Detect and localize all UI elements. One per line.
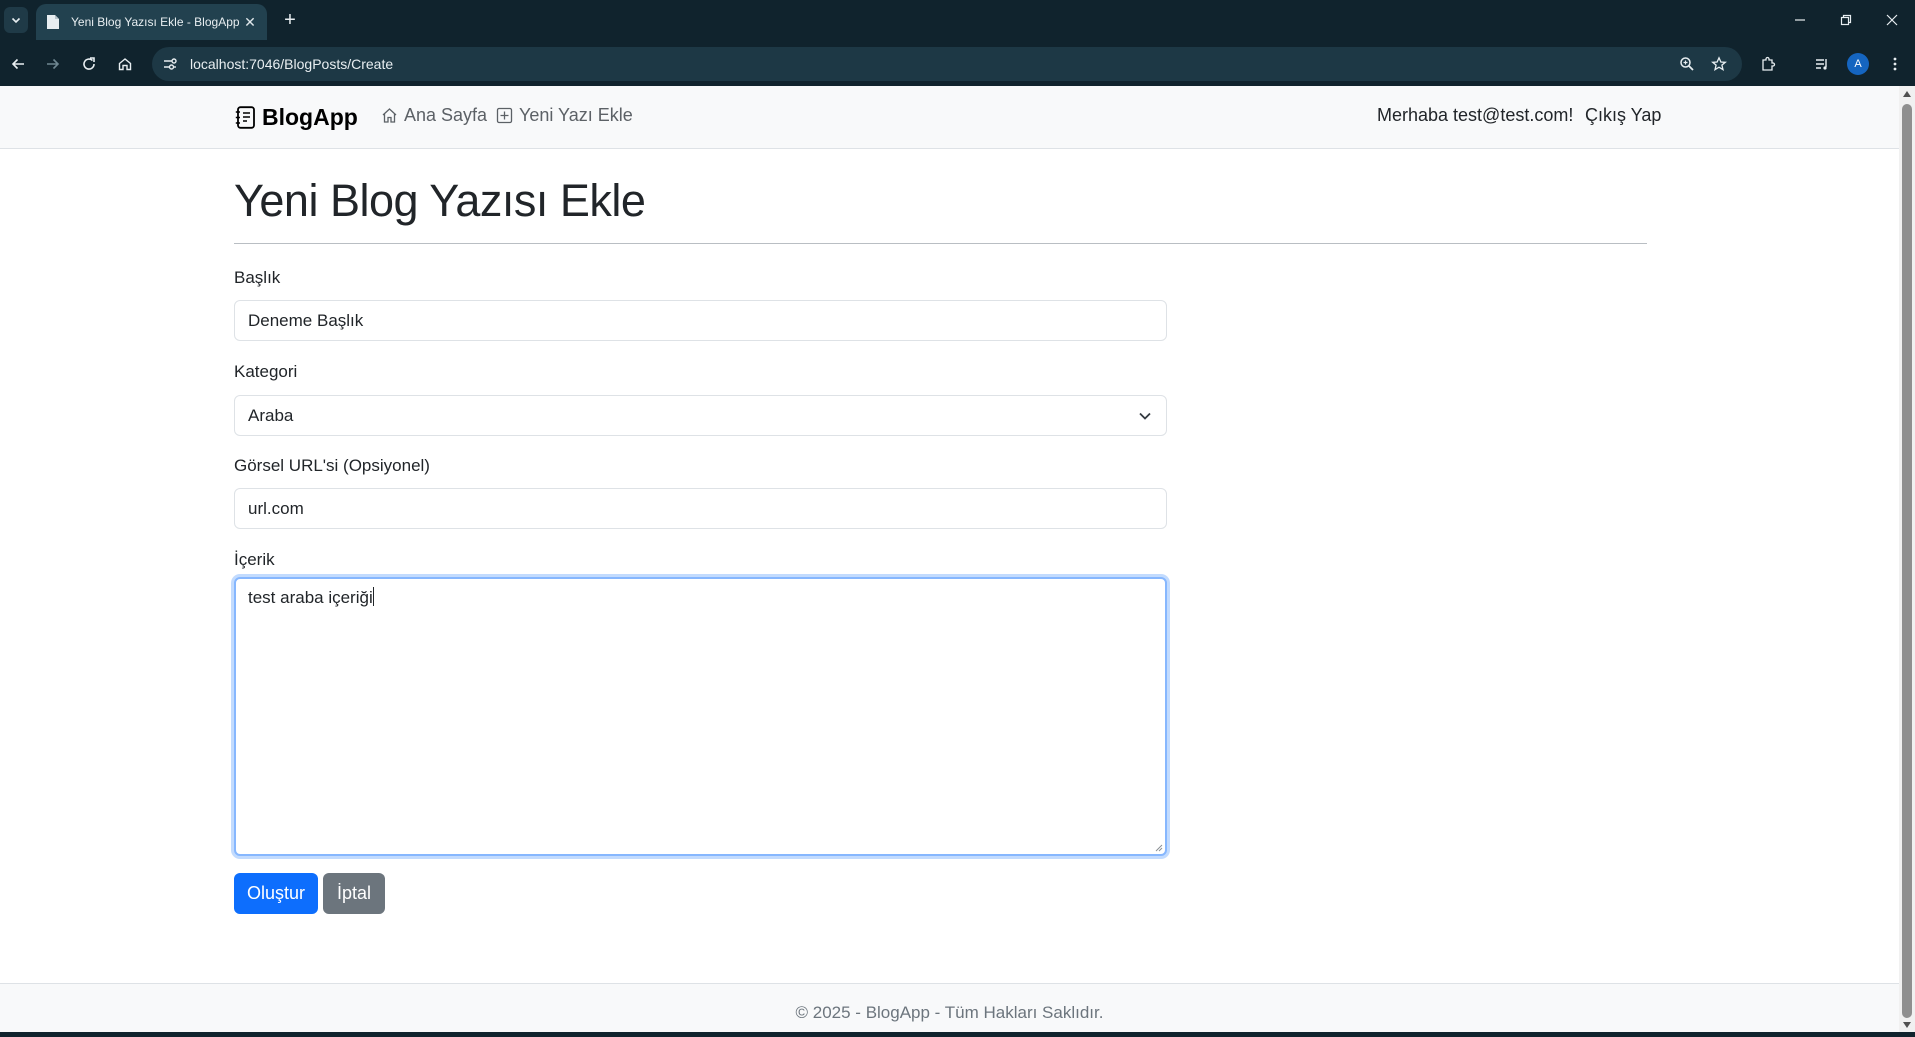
category-select[interactable]: Araba [234,395,1167,436]
arrow-left-icon [11,58,24,70]
house-icon [382,108,397,123]
home-button[interactable] [111,50,139,78]
chevron-down-icon [11,17,21,24]
nav-link-label: Yeni Yazı Ekle [519,105,633,125]
title-divider [234,243,1647,244]
browser-tab-active[interactable]: Yeni Blog Yazısı Ekle - BlogApp ✕ [36,4,267,40]
new-tab-button[interactable]: + [278,8,302,32]
site-footer: © 2025 - BlogApp - Tüm Hakları Saklıdır. [0,983,1899,1032]
minimize-icon [1795,19,1805,21]
document-icon [45,13,61,31]
category-label: Kategori [234,362,298,381]
user-greeting: Merhaba test@test.com! [1377,105,1574,125]
arrow-right-icon [47,58,60,70]
cancel-button[interactable]: İptal [323,873,385,914]
address-bar[interactable]: localhost:7046/BlogPosts/Create [152,47,1742,81]
media-control-button[interactable] [1808,50,1836,78]
journal-text-icon [235,106,255,129]
content-textarea[interactable]: test araba içeriği [234,577,1167,856]
reload-icon [83,57,95,70]
window-close-button[interactable] [1869,0,1915,40]
home-icon [118,58,132,71]
nav-link-new-post[interactable]: Yeni Yazı Ekle [496,105,633,126]
close-icon [1886,14,1898,26]
image-url-input-value: url.com [248,499,304,518]
restore-button[interactable] [1823,0,1869,40]
window-bottom-edge [0,1032,1915,1037]
tab-title: Yeni Blog Yazısı Ekle - BlogApp [71,15,240,29]
image-url-input[interactable]: url.com [234,488,1167,529]
kebab-menu-icon [1893,57,1897,71]
create-button[interactable]: Oluştur [234,873,318,914]
content-textarea-value: test araba içeriği [248,588,373,607]
title-input-value: Deneme Başlık [248,311,364,330]
page-title: Yeni Blog Yazısı Ekle [234,175,646,226]
playlist-icon [1816,59,1827,70]
page-viewport: BlogApp Ana Sayfa Yeni Yazı Ekle Merhaba… [0,86,1899,1032]
scroll-up-arrow[interactable] [1903,91,1911,97]
browser-chrome: Yeni Blog Yazısı Ekle - BlogApp ✕ + loca… [0,0,1915,86]
footer-copyright: © 2025 - BlogApp - Tüm Hakları Saklıdır. [795,1003,1104,1022]
browser-menu-button[interactable] [1881,50,1909,78]
extensions-button[interactable] [1754,50,1782,78]
browser-toolbar: localhost:7046/BlogPosts/Create A [0,42,1915,86]
tab-search-button[interactable] [4,7,28,33]
reload-button[interactable] [75,50,103,78]
restore-icon [1840,14,1852,26]
tab-strip: Yeni Blog Yazısı Ekle - BlogApp ✕ + [0,0,1915,40]
scroll-thumb[interactable] [1902,104,1912,1018]
vertical-scrollbar[interactable] [1899,86,1915,1032]
chevron-down-icon [1139,412,1151,420]
zoom-icon[interactable] [1675,52,1699,76]
nav-link-label: Ana Sayfa [404,105,488,125]
category-select-value: Araba [248,406,294,425]
forward-button[interactable] [39,50,67,78]
logout-link[interactable]: Çıkış Yap [1585,105,1661,126]
back-button[interactable] [4,50,32,78]
title-input[interactable]: Deneme Başlık [234,300,1167,341]
scroll-down-arrow[interactable] [1903,1022,1911,1028]
nav-link-home[interactable]: Ana Sayfa [381,105,487,126]
profile-avatar[interactable]: A [1847,53,1869,75]
content-label: İçerik [234,550,275,569]
title-label: Başlık [234,268,281,287]
site-info-icon[interactable] [158,52,182,76]
brand-link[interactable]: BlogApp [235,104,358,131]
minimize-button[interactable] [1777,0,1823,40]
image-url-label: Görsel URL'si (Opsiyonel) [234,456,430,475]
url-text: localhost:7046/BlogPosts/Create [190,56,394,72]
puzzle-icon [1762,56,1776,71]
site-navbar: BlogApp Ana Sayfa Yeni Yazı Ekle Merhaba… [0,86,1899,149]
text-caret [372,587,374,606]
resize-grip-icon[interactable] [1153,842,1163,852]
bookmark-star-icon[interactable] [1707,52,1731,76]
plus-square-icon [496,107,513,124]
brand-name: BlogApp [262,104,358,130]
close-icon[interactable]: ✕ [241,13,259,31]
